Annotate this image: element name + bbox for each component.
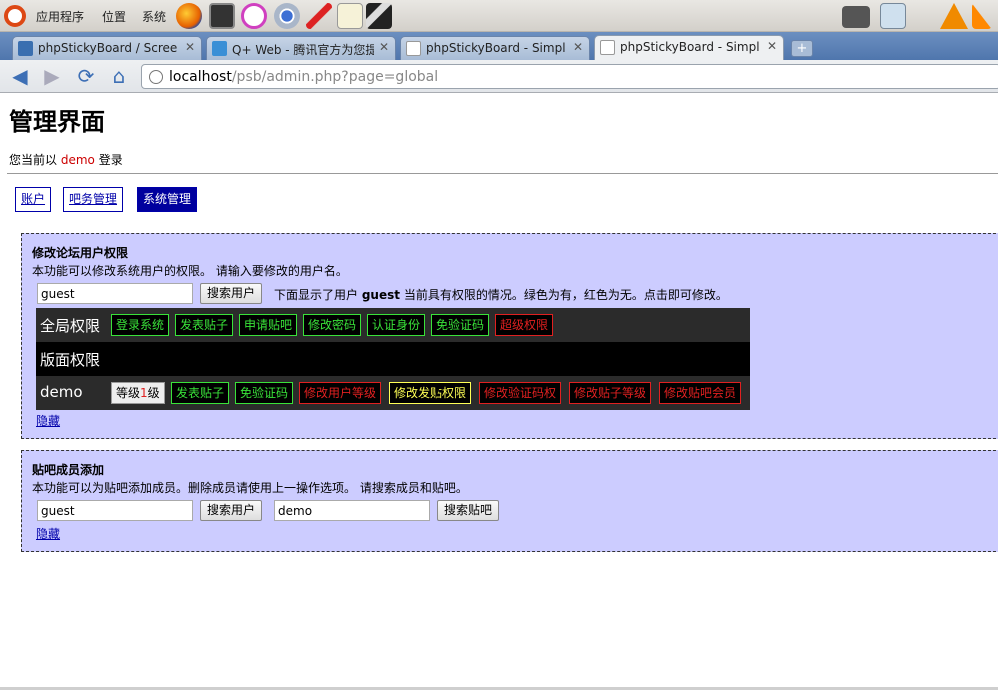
notes-icon[interactable] bbox=[337, 3, 363, 29]
divider bbox=[7, 173, 998, 174]
url-path: /psb/admin.php?page=global bbox=[231, 69, 439, 85]
board-perm-no-captcha[interactable]: 免验证码 bbox=[235, 382, 294, 404]
url-text: localhost/psb/admin.php?page=global bbox=[169, 69, 438, 85]
page-content: 管理界面 您当前以 demo 登录 账户 吧务管理 系统管理 修改论坛用户权限 … bbox=[0, 94, 998, 690]
qq-icon bbox=[212, 41, 227, 56]
welcome-suffix: 登录 bbox=[98, 153, 123, 167]
board-perm-edit-members[interactable]: 修改贴吧会员 bbox=[659, 382, 742, 404]
board-perm-post[interactable]: 发表贴子 bbox=[171, 382, 230, 404]
nav-tab-board-admin[interactable]: 吧务管理 bbox=[63, 187, 124, 212]
reload-icon[interactable]: ⟳ bbox=[74, 65, 98, 87]
terminal-icon[interactable] bbox=[209, 3, 235, 29]
ubuntu-logo-icon[interactable] bbox=[4, 5, 26, 27]
tab-title: Q+ Web - 腾讯官方为您提 bbox=[232, 43, 374, 57]
nav-tab-system-admin[interactable]: 系统管理 bbox=[137, 187, 198, 212]
board-member-panel: 贴吧成员添加 本功能可以为贴吧添加成员。删除成员请使用上一操作选项。 请搜索成员… bbox=[21, 450, 998, 552]
board-perm-edit-post-perm[interactable]: 修改发贴权限 bbox=[389, 382, 472, 404]
new-tab-button[interactable]: + bbox=[791, 40, 813, 57]
permission-hint: 下面显示了用户 guest 当前具有权限的情况。绿色为有，红色为无。点击即可修改… bbox=[274, 286, 728, 303]
close-icon[interactable]: ✕ bbox=[573, 40, 583, 54]
url-host: localhost bbox=[169, 69, 232, 85]
level-selector[interactable]: 等级1级 bbox=[111, 382, 165, 404]
forward-arrow-icon[interactable]: ▶ bbox=[40, 65, 64, 87]
level-suffix: 级 bbox=[147, 386, 160, 400]
page-icon bbox=[600, 40, 615, 55]
panel-title: 贴吧成员添加 bbox=[32, 463, 105, 477]
warning-icon[interactable] bbox=[940, 3, 968, 29]
perm-super[interactable]: 超级权限 bbox=[495, 314, 554, 336]
back-arrow-icon[interactable]: ◀ bbox=[8, 65, 32, 87]
panel-description: 本功能可以修改系统用户的权限。 请输入要修改的用户名。 bbox=[32, 264, 348, 278]
board-permission-header: 版面权限 bbox=[36, 342, 750, 376]
board-name: demo bbox=[40, 383, 83, 401]
user-permission-panel: 修改论坛用户权限 本功能可以修改系统用户的权限。 请输入要修改的用户名。 搜索用… bbox=[21, 233, 998, 439]
level-prefix: 等级 bbox=[116, 386, 141, 400]
browser-tab[interactable]: Q+ Web - 腾讯官方为您提 ✕ bbox=[206, 36, 396, 60]
network-icon[interactable] bbox=[880, 3, 906, 29]
close-icon[interactable]: ✕ bbox=[185, 40, 195, 54]
nav-tab-account[interactable]: 账户 bbox=[15, 187, 52, 212]
close-icon[interactable]: ✕ bbox=[767, 39, 777, 53]
screenshot-camera-icon[interactable] bbox=[842, 6, 870, 28]
current-user: demo bbox=[60, 153, 95, 167]
browser-toolbar: ◀ ▶ ⟳ ⌂ localhost/psb/admin.php?page=glo… bbox=[0, 60, 998, 93]
level-number: 1 bbox=[140, 386, 148, 400]
browser-tab[interactable]: phpStickyBoard - Simpl ✕ bbox=[400, 36, 590, 60]
panel-description: 本功能可以为贴吧添加成员。删除成员请使用上一操作选项。 请搜索成员和贴吧。 bbox=[32, 481, 468, 495]
welcome-text: 您当前以 demo 登录 bbox=[9, 151, 123, 168]
globe-icon bbox=[149, 70, 163, 84]
menu-system[interactable]: 系统 bbox=[142, 8, 166, 25]
perm-no-captcha[interactable]: 免验证码 bbox=[431, 314, 490, 336]
board-perm-edit-user-level[interactable]: 修改用户等级 bbox=[299, 382, 382, 404]
search-board-button[interactable]: 搜索贴吧 bbox=[437, 500, 500, 521]
hint-suffix: 当前具有权限的情况。绿色为有，红色为无。点击即可修改。 bbox=[403, 288, 728, 302]
board-perm-edit-post-level[interactable]: 修改贴子等级 bbox=[569, 382, 652, 404]
signal-strength-icon[interactable] bbox=[972, 3, 992, 29]
sourceforge-icon bbox=[18, 41, 33, 56]
perm-login[interactable]: 登录系统 bbox=[111, 314, 170, 336]
tools-icon[interactable] bbox=[366, 3, 392, 29]
search-user-button[interactable]: 搜索用户 bbox=[200, 283, 263, 304]
tab-title: phpStickyBoard - Simpl bbox=[620, 40, 760, 54]
global-permission-row: 全局权限 登录系统 发表贴子 申请贴吧 修改密码 认证身份 免验证码 超级权限 bbox=[36, 308, 750, 342]
menu-places[interactable]: 位置 bbox=[102, 8, 126, 25]
hint-user: guest bbox=[361, 288, 400, 302]
top-panel: 应用程序 位置 系统 bbox=[0, 0, 998, 32]
tab-strip: phpStickyBoard / Scree ✕ Q+ Web - 腾讯官方为您… bbox=[0, 32, 998, 60]
firefox-icon[interactable] bbox=[176, 3, 202, 29]
welcome-prefix: 您当前以 bbox=[9, 153, 58, 167]
tab-title: phpStickyBoard / Scree bbox=[38, 41, 178, 55]
perm-post[interactable]: 发表贴子 bbox=[175, 314, 234, 336]
page-title: 管理界面 bbox=[9, 108, 105, 136]
board-permission-label: 版面权限 bbox=[40, 351, 101, 369]
address-bar[interactable]: localhost/psb/admin.php?page=global bbox=[141, 64, 998, 89]
perm-apply-board[interactable]: 申请贴吧 bbox=[239, 314, 298, 336]
panel-title: 修改论坛用户权限 bbox=[32, 246, 129, 260]
qq-launcher-icon[interactable] bbox=[241, 3, 267, 29]
global-permission-label: 全局权限 bbox=[40, 317, 101, 335]
page-icon bbox=[406, 41, 421, 56]
mouse-cursor-icon bbox=[436, 384, 446, 398]
browser-tab[interactable]: phpStickyBoard / Scree ✕ bbox=[12, 36, 202, 60]
hide-link[interactable]: 隐藏 bbox=[36, 525, 60, 542]
username-input[interactable] bbox=[37, 283, 193, 304]
member-username-input[interactable] bbox=[37, 500, 193, 521]
board-name-input[interactable] bbox=[274, 500, 430, 521]
board-perm-edit-captcha[interactable]: 修改验证码权 bbox=[479, 382, 562, 404]
board-permission-row: demo 等级1级 发表贴子 免验证码 修改用户等级 修改发贴权限 修改验证码权… bbox=[36, 376, 750, 410]
home-icon[interactable]: ⌂ bbox=[107, 65, 131, 87]
text-editor-icon[interactable] bbox=[306, 3, 332, 29]
browser-tab-active[interactable]: phpStickyBoard - Simpl ✕ bbox=[594, 35, 784, 60]
menu-applications[interactable]: 应用程序 bbox=[36, 8, 84, 25]
hide-link[interactable]: 隐藏 bbox=[36, 412, 60, 429]
close-icon[interactable]: ✕ bbox=[379, 40, 389, 54]
chromium-icon[interactable] bbox=[274, 3, 300, 29]
perm-change-password[interactable]: 修改密码 bbox=[303, 314, 362, 336]
search-user-button[interactable]: 搜索用户 bbox=[200, 500, 263, 521]
perm-verify-identity[interactable]: 认证身份 bbox=[367, 314, 426, 336]
tab-title: phpStickyBoard - Simpl bbox=[426, 41, 566, 55]
hint-prefix: 下面显示了用户 bbox=[274, 288, 359, 302]
